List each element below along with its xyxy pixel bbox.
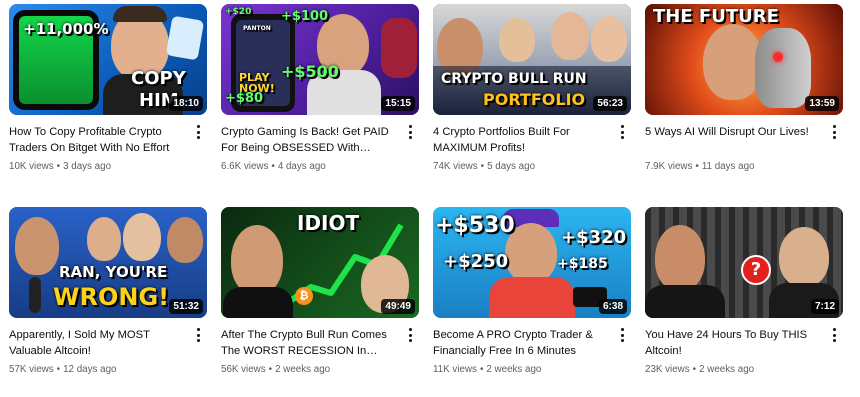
duration-badge: 6:38	[598, 299, 627, 314]
duration-badge: 18:10	[169, 96, 203, 111]
video-stats: 11K views • 2 weeks ago	[433, 364, 542, 375]
more-options-icon[interactable]	[615, 324, 629, 346]
upload-age: 2 weeks ago	[275, 364, 331, 375]
thumb-text: COPY	[131, 68, 186, 89]
presenter-face	[231, 225, 283, 295]
bitcoin-icon: ₿	[295, 287, 313, 305]
thumb-text: WRONG!	[53, 283, 170, 311]
presenter-face	[15, 217, 59, 275]
view-count: 6.6K views	[221, 161, 269, 172]
video-stats: 57K views • 12 days ago	[9, 364, 117, 375]
video-thumbnail[interactable]: +11,000% COPY HIM 18:10	[9, 4, 207, 115]
video-thumbnail[interactable]: ? 7:12	[645, 207, 843, 318]
duration-badge: 7:12	[810, 299, 839, 314]
video-grid: +11,000% COPY HIM 18:10 How To Copy Prof…	[9, 4, 843, 397]
more-options-icon[interactable]	[403, 324, 417, 346]
view-count: 56K views	[221, 364, 266, 375]
view-count: 7.9K views	[645, 161, 693, 172]
video-thumbnail[interactable]: CRYPTO BULL RUN PORTFOLIO 56:23	[433, 4, 631, 115]
view-count: 23K views	[645, 364, 690, 375]
view-count: 74K views	[433, 161, 478, 172]
upload-age: 5 days ago	[487, 161, 536, 172]
video-stats: 6.6K views • 4 days ago	[221, 161, 326, 172]
more-options-icon[interactable]	[615, 121, 629, 143]
video-stats: 56K views • 2 weeks ago	[221, 364, 331, 375]
thumb-text: PANTON	[243, 25, 271, 32]
more-options-icon[interactable]	[827, 121, 841, 143]
video-card[interactable]: ₿ IDIOT 49:49 After The Crypto Bull Run …	[221, 207, 419, 397]
video-title[interactable]: 5 Ways AI Will Disrupt Our Lives!	[645, 124, 823, 156]
presenter-face	[167, 217, 203, 263]
video-thumbnail[interactable]: +$20 +$100 PANTON PLAY NOW! +$500 +$80 1…	[221, 4, 419, 115]
video-title[interactable]: Apparently, I Sold My MOST Valuable Altc…	[9, 327, 187, 359]
thumb-text: +$100	[281, 9, 329, 24]
thumb-text: THE FUTURE	[653, 6, 779, 27]
thumb-text: +$80	[225, 91, 264, 106]
video-card[interactable]: CRYPTO BULL RUN PORTFOLIO 56:23 4 Crypto…	[433, 4, 631, 194]
video-title[interactable]: 4 Crypto Portfolios Built For MAXIMUM Pr…	[433, 124, 611, 156]
presenter-face	[123, 213, 161, 261]
presenter-face	[703, 24, 763, 100]
thumb-text: +$20	[225, 7, 252, 17]
view-count: 11K views	[433, 364, 477, 375]
video-stats: 7.9K views • 11 days ago	[645, 161, 755, 172]
upload-age: 2 weeks ago	[699, 364, 755, 375]
video-card[interactable]: ? 7:12 You Have 24 Hours To Buy THIS Alt…	[645, 207, 843, 397]
video-card[interactable]: +$20 +$100 PANTON PLAY NOW! +$500 +$80 1…	[221, 4, 419, 194]
thumb-text: +$320	[561, 227, 627, 248]
thumb-text: +$500	[281, 62, 339, 81]
upload-age: 2 weeks ago	[486, 364, 542, 375]
video-thumbnail[interactable]: +$530 +$320 +$250 +$185 6:38	[433, 207, 631, 318]
upload-age: 12 days ago	[63, 364, 117, 375]
video-title[interactable]: Become A PRO Crypto Trader & Financially…	[433, 327, 611, 359]
duration-badge: 13:59	[805, 96, 839, 111]
presenter-face	[551, 12, 589, 60]
more-options-icon[interactable]	[827, 324, 841, 346]
thumb-text: +$185	[557, 256, 608, 272]
upload-age: 4 days ago	[277, 161, 326, 172]
video-title[interactable]: How To Copy Profitable Crypto Traders On…	[9, 124, 187, 156]
video-stats: 10K views • 3 days ago	[9, 161, 112, 172]
presenter-face	[591, 16, 627, 62]
upload-age: 3 days ago	[63, 161, 112, 172]
thumb-text: PORTFOLIO	[483, 90, 586, 109]
video-title[interactable]: Crypto Gaming Is Back! Get PAID For Bein…	[221, 124, 399, 156]
video-thumbnail[interactable]: RAN, YOU'RE WRONG! 51:32	[9, 207, 207, 318]
more-options-icon[interactable]	[191, 121, 205, 143]
video-stats: 74K views • 5 days ago	[433, 161, 536, 172]
duration-badge: 51:32	[169, 299, 203, 314]
video-card[interactable]: +11,000% COPY HIM 18:10 How To Copy Prof…	[9, 4, 207, 194]
question-mark-icon: ?	[741, 255, 771, 285]
presenter-face	[87, 217, 121, 261]
video-card[interactable]: RAN, YOU'RE WRONG! 51:32 Apparently, I S…	[9, 207, 207, 397]
more-options-icon[interactable]	[191, 324, 205, 346]
view-count: 10K views	[9, 161, 54, 172]
video-title[interactable]: After The Crypto Bull Run Comes The WORS…	[221, 327, 399, 359]
presenter-face	[655, 225, 705, 291]
thumb-text: RAN, YOU'RE	[59, 263, 168, 281]
duration-badge: 49:49	[381, 299, 415, 314]
video-thumbnail[interactable]: ₿ IDIOT 49:49	[221, 207, 419, 318]
presenter-face	[779, 227, 829, 287]
video-title[interactable]: You Have 24 Hours To Buy THIS Altcoin!	[645, 327, 823, 359]
video-card[interactable]: THE FUTURE 13:59 5 Ways AI Will Disrupt …	[645, 4, 843, 194]
video-stats: 23K views • 2 weeks ago	[645, 364, 755, 375]
video-card[interactable]: +$530 +$320 +$250 +$185 6:38 Become A PR…	[433, 207, 631, 397]
duration-badge: 56:23	[593, 96, 627, 111]
video-thumbnail[interactable]: THE FUTURE 13:59	[645, 4, 843, 115]
thumb-text: IDIOT	[297, 211, 360, 235]
presenter-face	[499, 18, 535, 62]
thumb-text: +$250	[443, 251, 509, 272]
more-options-icon[interactable]	[403, 121, 417, 143]
upload-age: 11 days ago	[701, 161, 755, 172]
duration-badge: 15:15	[381, 96, 415, 111]
view-count: 57K views	[9, 364, 54, 375]
thumb-text: +11,000%	[23, 20, 109, 38]
thumb-text: CRYPTO BULL RUN	[441, 71, 587, 87]
thumb-text: +$530	[435, 213, 515, 238]
